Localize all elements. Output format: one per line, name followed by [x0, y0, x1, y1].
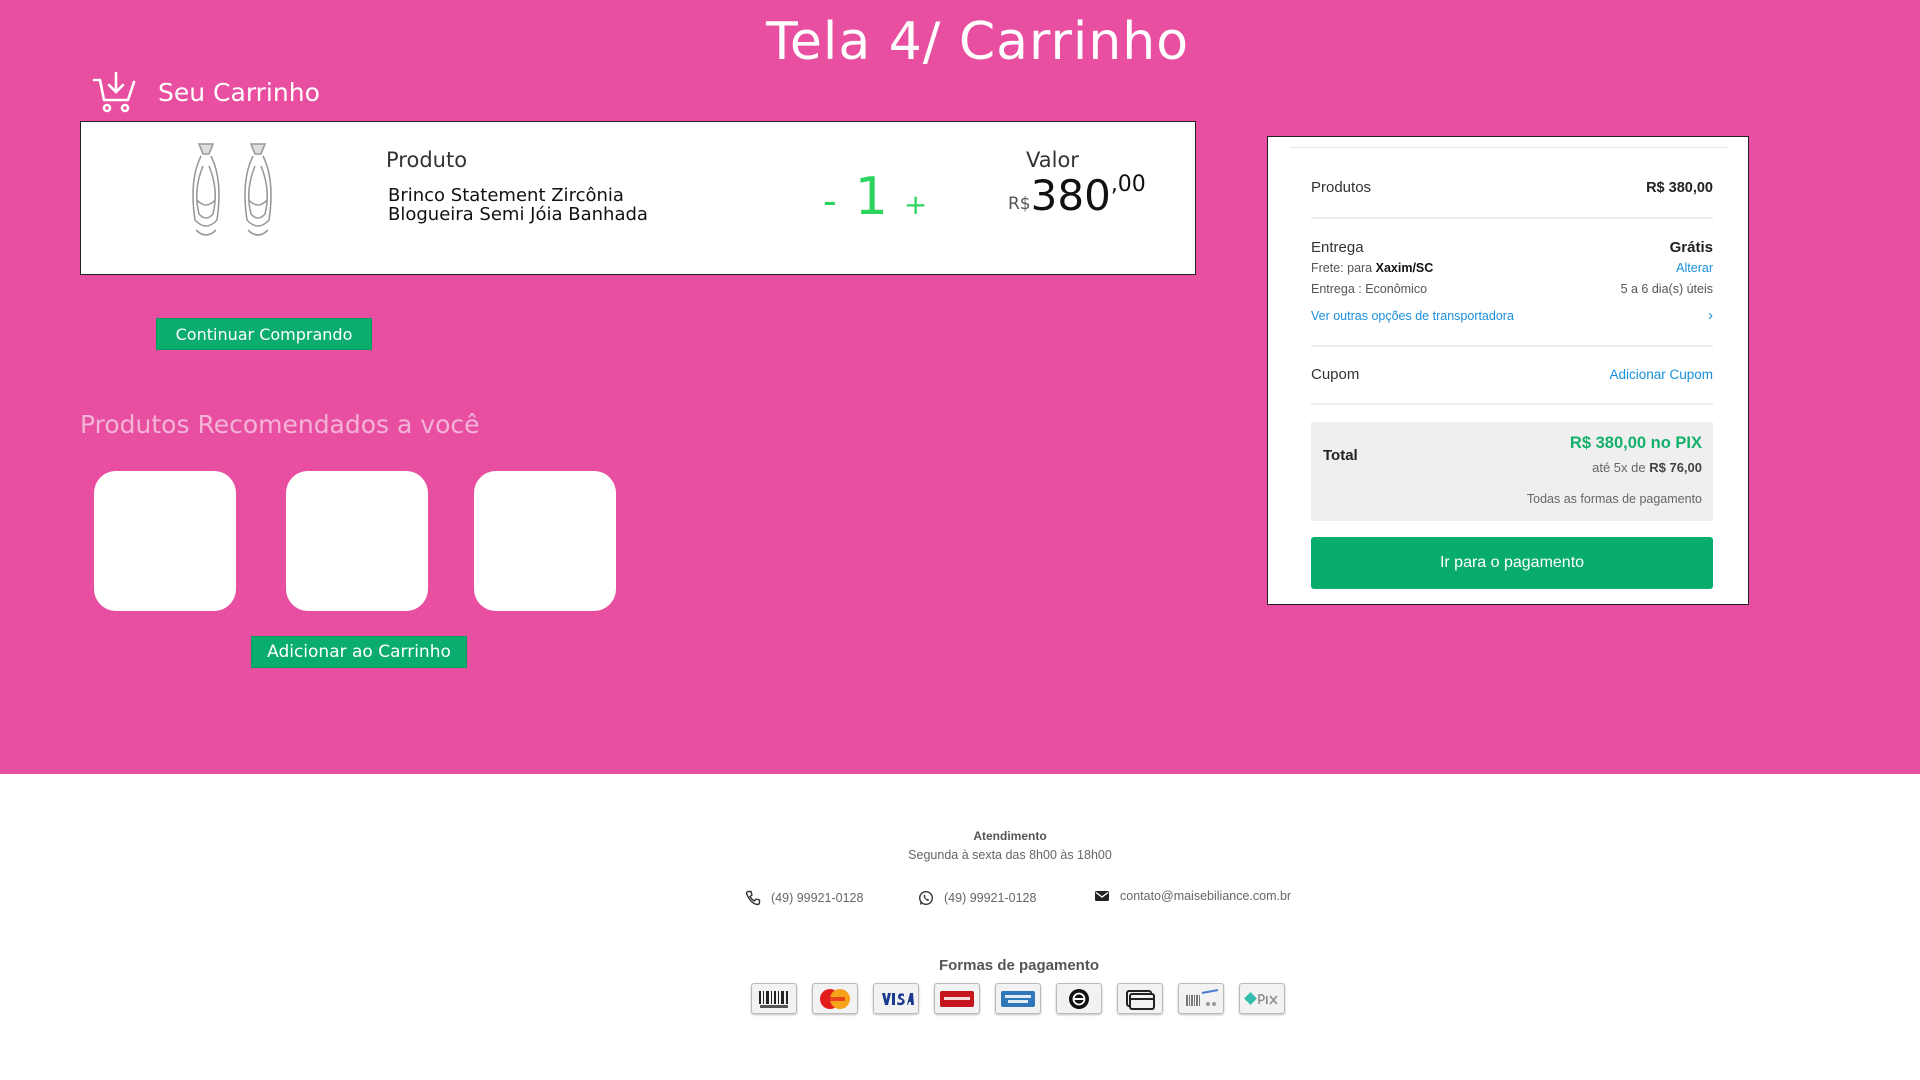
coupon-label: Cupom	[1311, 366, 1360, 383]
delivery-row: Entrega Grátis	[1311, 239, 1713, 256]
cart-item: Produto Brinco Statement Zircônia Blogue…	[80, 121, 1196, 275]
divider	[1311, 403, 1713, 405]
hipercard-icon	[934, 983, 980, 1014]
item-price: R$ 380 ,00	[1008, 172, 1146, 220]
boleto-icon	[751, 983, 797, 1014]
delivery-type-row: Entrega : Econômico 5 a 6 dia(s) úteis	[1311, 282, 1713, 296]
total-box: Total R$ 380,00 no PIX até 5x de R$ 76,0…	[1311, 422, 1713, 521]
elo-icon	[1056, 983, 1102, 1014]
delivery-value: Grátis	[1669, 239, 1713, 256]
price-cents: ,00	[1110, 172, 1146, 197]
recommended-product-card[interactable]	[474, 471, 616, 611]
whatsapp-number[interactable]: (49) 99921-0128	[944, 891, 1036, 905]
phone-contact[interactable]: (49) 99921-0128	[745, 890, 863, 906]
quantity-value: 1	[854, 167, 888, 227]
freight-destination: Frete: para Xaxim/SC	[1311, 261, 1433, 275]
other-carriers-row[interactable]: Ver outras opções de transportadora ›	[1311, 307, 1713, 324]
installments-value: R$ 76,00	[1649, 460, 1702, 475]
products-value: R$ 380,00	[1646, 180, 1713, 196]
change-address-link[interactable]: Alterar	[1676, 261, 1713, 275]
add-coupon-link[interactable]: Adicionar Cupom	[1609, 367, 1713, 382]
recommended-product-card[interactable]	[94, 471, 236, 611]
phone-icon	[745, 890, 761, 906]
products-row: Produtos R$ 380,00	[1311, 179, 1713, 196]
freight-city: Xaxim/SC	[1375, 261, 1434, 275]
delivery-days: 5 a 6 dia(s) úteis	[1620, 282, 1713, 296]
other-carriers-link[interactable]: Ver outras opções de transportadora	[1311, 309, 1514, 323]
value-column-header: Valor	[1026, 148, 1079, 172]
footer: Atendimento Segunda à sexta das 8h00 às …	[0, 774, 1920, 1080]
divider	[1311, 217, 1713, 219]
add-to-cart-button[interactable]: Adicionar ao Carrinho	[251, 636, 467, 668]
continue-shopping-button[interactable]: Continuar Comprando	[156, 318, 372, 350]
coupon-row: Cupom Adicionar Cupom	[1311, 366, 1713, 383]
price-currency: R$	[1008, 194, 1031, 214]
payment-methods-title: Formas de pagamento	[938, 957, 1100, 974]
email-contact[interactable]: contato@maisebiliance.com.br	[1094, 888, 1291, 904]
divider	[1311, 345, 1713, 347]
amex-icon	[995, 983, 1041, 1014]
installments: até 5x de R$ 76,00	[1592, 460, 1702, 475]
freight-prefix: Frete: para	[1311, 261, 1376, 275]
recommended-title: Produtos Recomendados a você	[80, 410, 480, 439]
quantity-stepper: - 1 +	[823, 167, 927, 227]
cart-icon	[92, 71, 136, 113]
freight-row: Frete: para Xaxim/SC Alterar	[1311, 261, 1713, 275]
price-integer: 380	[1030, 171, 1111, 220]
mail-icon	[1095, 891, 1109, 901]
order-summary: Produtos R$ 380,00 Entrega Grátis Frete:…	[1267, 136, 1749, 605]
bank-transfer-icon	[1178, 983, 1224, 1014]
email-address[interactable]: contato@maisebiliance.com.br	[1120, 889, 1291, 903]
attendance-title: Atendimento	[973, 829, 1047, 843]
phone-number[interactable]: (49) 99921-0128	[771, 891, 863, 905]
divider	[1290, 147, 1728, 148]
recommended-product-card[interactable]	[286, 471, 428, 611]
attendance-hours: Segunda à sexta das 8h00 às 18h00	[908, 848, 1112, 862]
debit-card-icon	[1117, 983, 1163, 1014]
whatsapp-icon	[918, 890, 934, 906]
total-pix-value: R$ 380,00 no PIX	[1569, 434, 1702, 452]
payment-methods-list	[751, 983, 1300, 1014]
page-title: Tela 4/ Carrinho	[765, 12, 1190, 72]
cart-heading: Seu Carrinho	[92, 70, 320, 114]
total-label: Total	[1323, 447, 1358, 464]
delivery-label: Entrega	[1311, 239, 1364, 256]
cart-heading-label: Seu Carrinho	[158, 77, 320, 107]
pix-icon	[1239, 983, 1285, 1014]
mastercard-icon	[812, 983, 858, 1014]
product-column-header: Produto	[386, 148, 468, 172]
increase-quantity-button[interactable]: +	[904, 188, 927, 221]
delivery-type: Entrega : Econômico	[1311, 282, 1428, 296]
products-label: Produtos	[1311, 179, 1372, 196]
whatsapp-contact[interactable]: (49) 99921-0128	[918, 890, 1036, 906]
installments-prefix: até 5x de	[1592, 460, 1650, 475]
chevron-right-icon[interactable]: ›	[1708, 307, 1713, 324]
all-payment-methods-link[interactable]: Todas as formas de pagamento	[1527, 492, 1702, 506]
decrease-quantity-button[interactable]: -	[823, 179, 837, 223]
product-name[interactable]: Brinco Statement Zircônia Blogueira Semi…	[388, 186, 708, 224]
go-to-payment-button[interactable]: Ir para o pagamento	[1311, 537, 1713, 589]
product-thumbnail[interactable]	[179, 140, 289, 250]
visa-icon	[873, 983, 919, 1014]
